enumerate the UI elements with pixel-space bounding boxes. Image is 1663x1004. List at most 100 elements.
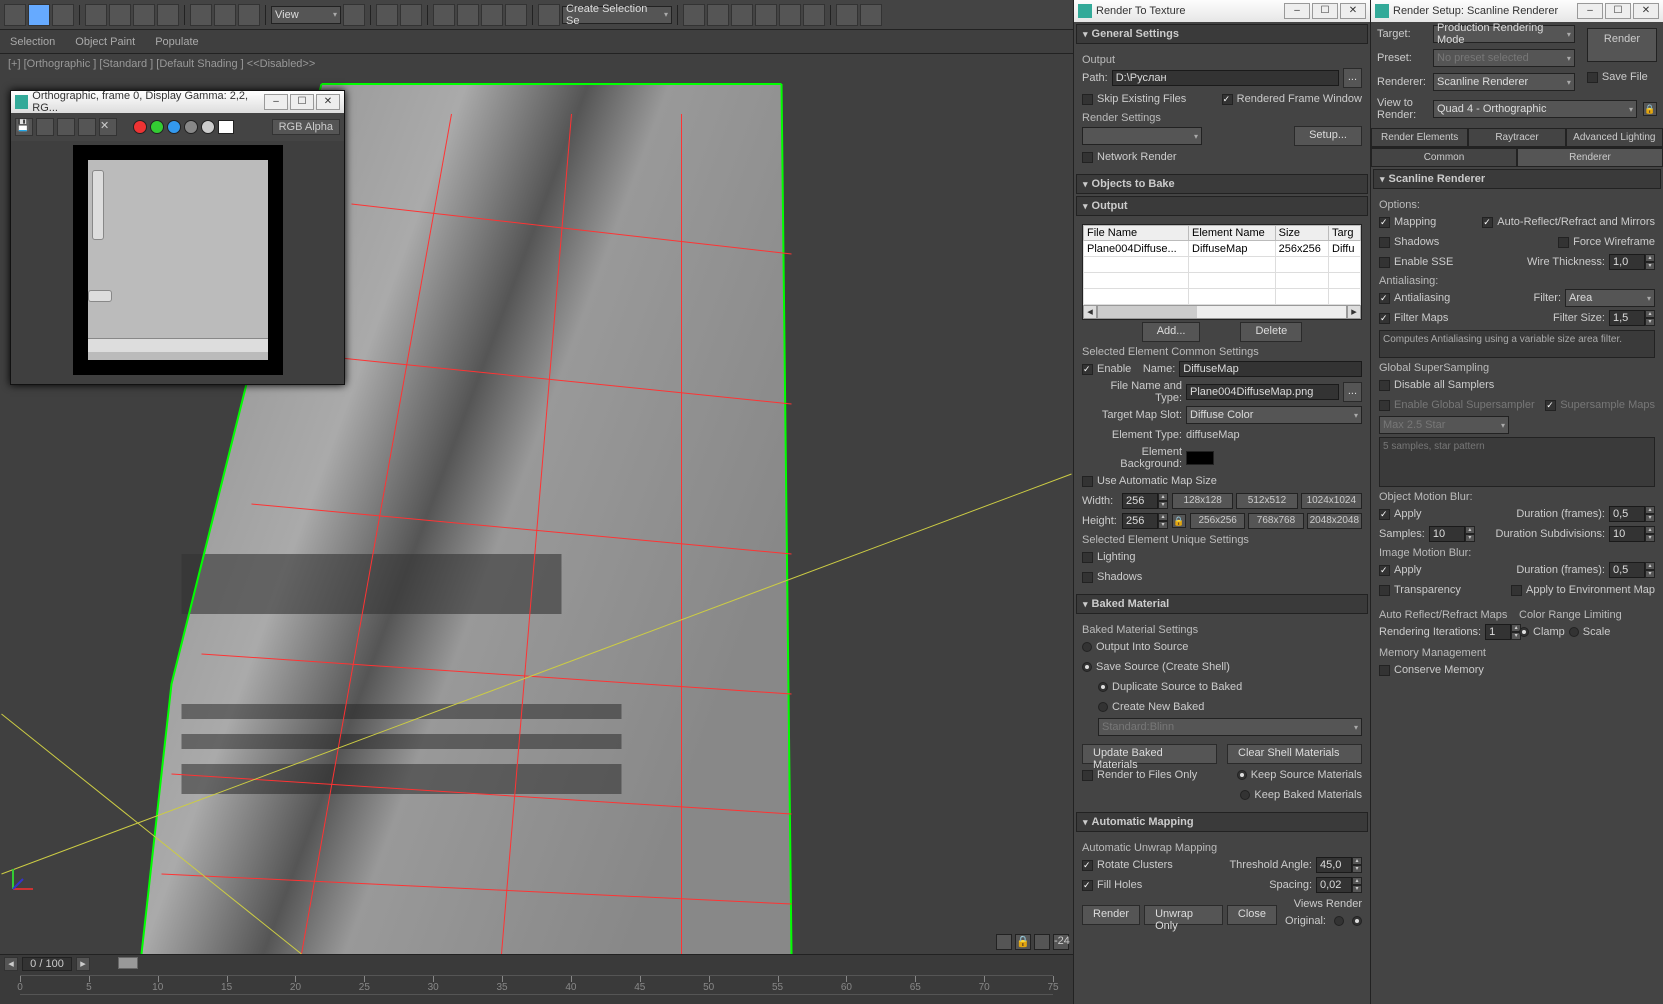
clear-shell-button[interactable]: Clear Shell Materials	[1227, 744, 1362, 764]
size-512-button[interactable]: 512x512	[1236, 493, 1297, 509]
scale-radio[interactable]	[1569, 627, 1579, 637]
undo-icon[interactable]	[4, 4, 26, 26]
ribbon-selection[interactable]: Selection	[10, 36, 55, 48]
omb-duration-spinner[interactable]: ▴▾	[1609, 506, 1655, 522]
table-hscroll[interactable]: ◂ ▸	[1083, 305, 1361, 319]
path-browse-button[interactable]: ...	[1343, 68, 1362, 88]
minimize-icon[interactable]: –	[1284, 3, 1310, 19]
clamp-radio[interactable]	[1519, 627, 1529, 637]
print-icon[interactable]	[78, 118, 96, 136]
rollout-baked-material[interactable]: Baked Material	[1076, 594, 1368, 614]
viewport-label[interactable]: [+] [Orthographic ] [Standard ] [Default…	[8, 58, 315, 70]
table-row[interactable]	[1084, 273, 1361, 289]
scale-icon[interactable]	[238, 4, 260, 26]
isolate-icon[interactable]	[996, 934, 1012, 950]
alpha-channel-icon[interactable]	[184, 120, 198, 134]
spacing-spinner[interactable]: ▴▾	[1316, 877, 1362, 893]
rollout-objects-to-bake[interactable]: Objects to Bake	[1076, 174, 1368, 194]
size-768-button[interactable]: 768x768	[1248, 513, 1303, 529]
size-256-button[interactable]: 256x256	[1190, 513, 1245, 529]
th-element-name[interactable]: Element Name	[1189, 226, 1276, 241]
filter-size-spinner[interactable]: ▴▾	[1609, 310, 1655, 326]
close-icon[interactable]: ✕	[316, 94, 340, 110]
table-row[interactable]: Plane004Diffuse...DiffuseMap256x256Diffu	[1084, 241, 1361, 257]
file-name-type-input[interactable]	[1186, 384, 1339, 400]
rotate-clusters-checkbox[interactable]	[1082, 860, 1093, 871]
timeline-prev-key-icon[interactable]: ◂	[4, 957, 18, 971]
apply-env-checkbox[interactable]	[1511, 585, 1522, 596]
table-row[interactable]	[1084, 257, 1361, 273]
render-setup-icon[interactable]	[860, 4, 882, 26]
lighting-checkbox[interactable]	[1082, 552, 1093, 563]
filter-dropdown[interactable]: Area	[1565, 289, 1655, 307]
size-2048-button[interactable]: 2048x2048	[1307, 513, 1362, 529]
select-region-icon[interactable]	[133, 4, 155, 26]
rotate-icon[interactable]	[214, 4, 236, 26]
swatch-icon[interactable]	[218, 120, 234, 134]
setup-button[interactable]: Setup...	[1294, 126, 1362, 146]
select-name-icon[interactable]	[109, 4, 131, 26]
keep-baked-radio[interactable]	[1240, 790, 1250, 800]
th-file-name[interactable]: File Name	[1084, 226, 1189, 241]
blue-channel-icon[interactable]	[167, 120, 181, 134]
enable-checkbox[interactable]	[1082, 364, 1093, 375]
element-bg-swatch[interactable]	[1186, 451, 1214, 465]
timeline-frame-input[interactable]: 0 / 100	[22, 957, 72, 971]
shadows-checkbox[interactable]	[1082, 572, 1093, 583]
minimize-icon[interactable]: –	[264, 94, 288, 110]
update-baked-button[interactable]: Update Baked Materials	[1082, 744, 1217, 764]
threshold-angle-spinner[interactable]: ▴▾	[1316, 857, 1362, 873]
auto-reflect-checkbox[interactable]	[1482, 217, 1493, 228]
cursor-icon[interactable]	[85, 4, 107, 26]
select-icon[interactable]	[28, 4, 50, 26]
spinner-snap-icon[interactable]	[505, 4, 527, 26]
channel-dropdown[interactable]: RGB Alpha	[272, 119, 340, 135]
tab-render-elements[interactable]: Render Elements	[1371, 128, 1468, 147]
renderer-dropdown[interactable]: Scanline Renderer	[1433, 73, 1575, 91]
shadows-checkbox[interactable]	[1379, 237, 1390, 248]
timeline-slider[interactable]	[118, 957, 138, 969]
save-image-icon[interactable]: 💾	[15, 118, 33, 136]
ribbon-object-paint[interactable]: Object Paint	[75, 36, 135, 48]
lock-icon[interactable]: 🔒	[1015, 934, 1031, 950]
create-new-radio[interactable]	[1098, 702, 1108, 712]
save-file-checkbox[interactable]	[1587, 72, 1598, 83]
clone-icon[interactable]	[57, 118, 75, 136]
mirror-icon[interactable]	[683, 4, 705, 26]
named-sel-icon[interactable]	[538, 4, 560, 26]
filter-maps-checkbox[interactable]	[1379, 313, 1390, 324]
close-icon[interactable]: ✕	[1633, 3, 1659, 19]
rollout-automatic-mapping[interactable]: Automatic Mapping	[1076, 812, 1368, 832]
close-icon[interactable]: ✕	[1340, 3, 1366, 19]
fill-holes-checkbox[interactable]	[1082, 880, 1093, 891]
size-128-button[interactable]: 128x128	[1172, 493, 1233, 509]
snap-icon[interactable]	[433, 4, 455, 26]
samples-spinner[interactable]: ▴▾	[1429, 526, 1475, 542]
wire-thickness-spinner[interactable]: ▴▾	[1609, 254, 1655, 270]
th-size[interactable]: Size	[1275, 226, 1328, 241]
rollout-general-settings[interactable]: General Settings	[1076, 24, 1368, 44]
disable-samplers-checkbox[interactable]	[1379, 380, 1390, 391]
maximize-icon[interactable]: ☐	[290, 94, 314, 110]
output-table[interactable]: File Name Element Name Size Targ Plane00…	[1082, 224, 1362, 320]
unwrap-only-button[interactable]: Unwrap Only	[1144, 905, 1223, 925]
th-target[interactable]: Targ	[1329, 226, 1361, 241]
conserve-memory-checkbox[interactable]	[1379, 665, 1390, 676]
tab-renderer[interactable]: Renderer	[1517, 148, 1663, 167]
rs-titlebar[interactable]: Render Setup: Scanline Renderer – ☐ ✕	[1371, 0, 1663, 22]
target-dropdown[interactable]: Production Rendering Mode	[1433, 25, 1575, 43]
add-button[interactable]: Add...	[1142, 322, 1201, 342]
maximize-icon[interactable]: ☐	[1605, 3, 1631, 19]
close-button[interactable]: Close	[1227, 905, 1277, 925]
timeline-ruler[interactable]: 051015202530354045505560657075	[20, 975, 1053, 995]
keep-source-radio[interactable]	[1237, 770, 1247, 780]
manip-icon[interactable]	[376, 4, 398, 26]
ribbon-populate[interactable]: Populate	[155, 36, 198, 48]
minimize-icon[interactable]: –	[1577, 3, 1603, 19]
frame-buffer-window[interactable]: Orthographic, frame 0, Display Gamma: 2,…	[10, 90, 345, 385]
size-1024-button[interactable]: 1024x1024	[1301, 493, 1362, 509]
view-to-render-dropdown[interactable]: Quad 4 - Orthographic	[1433, 100, 1637, 118]
render-button[interactable]: Render	[1082, 905, 1140, 925]
percent-snap-icon[interactable]	[481, 4, 503, 26]
tab-common[interactable]: Common	[1371, 148, 1517, 167]
